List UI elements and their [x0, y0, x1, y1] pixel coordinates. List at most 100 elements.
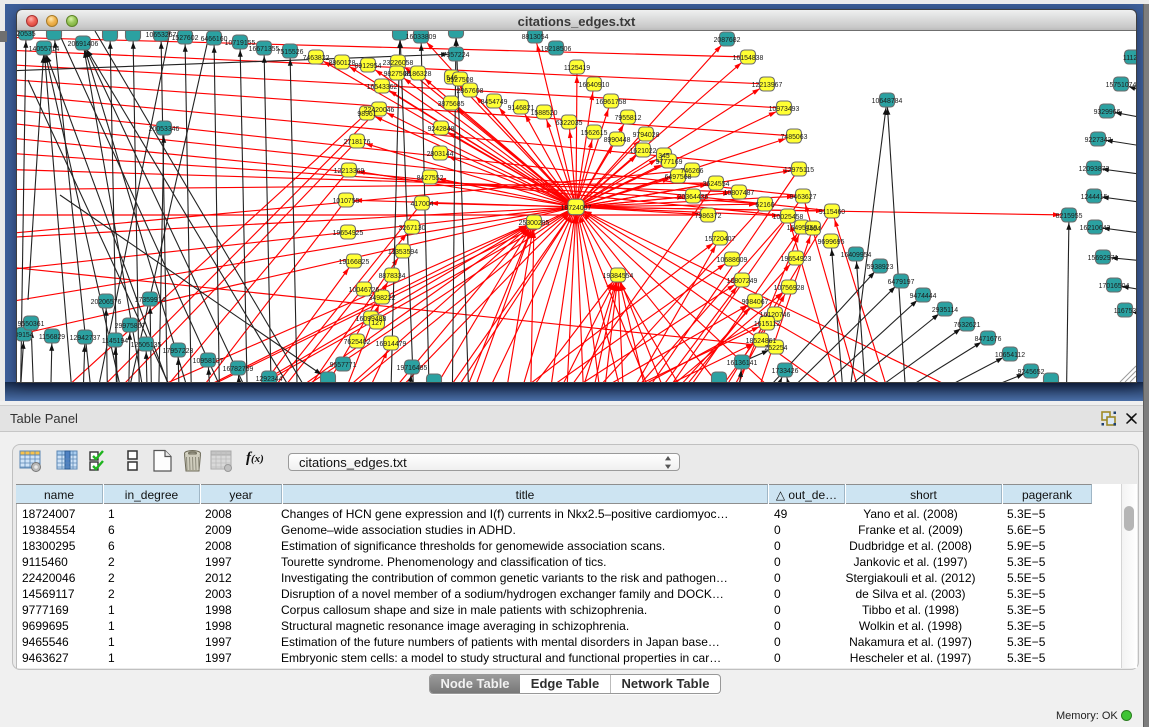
svg-text:98961: 98961 [357, 111, 376, 118]
svg-text:20535: 20535 [17, 31, 36, 38]
svg-text:1615112: 1615112 [754, 321, 780, 328]
svg-text:10756928: 10756928 [774, 285, 805, 292]
svg-text:9777169: 9777169 [656, 159, 683, 166]
svg-text:8471676: 8471676 [975, 336, 1002, 343]
svg-text:7955812: 7955812 [615, 115, 642, 122]
svg-text:1145194: 1145194 [102, 338, 128, 345]
svg-text:3875685: 3875685 [438, 101, 465, 108]
svg-text:9115460: 9115460 [819, 209, 845, 216]
svg-text:2718176: 2718176 [344, 139, 371, 146]
svg-text:2867608: 2867608 [457, 88, 484, 95]
svg-text:15692971: 15692971 [1088, 255, 1119, 262]
svg-text:2935114: 2935114 [932, 307, 958, 314]
svg-text:19384554: 19384554 [603, 273, 634, 280]
svg-text:7515526: 7515526 [277, 49, 304, 56]
svg-text:417004: 417004 [411, 201, 434, 208]
svg-text:11353594: 11353594 [388, 249, 418, 256]
svg-text:9657771: 9657771 [330, 362, 357, 369]
svg-text:16961758: 16961758 [596, 99, 627, 106]
svg-text:12975115: 12975115 [784, 167, 814, 174]
svg-text:1621022: 1621022 [630, 148, 657, 155]
svg-text:16671355: 16671355 [249, 46, 280, 53]
svg-text:12942737: 12942737 [70, 335, 101, 342]
svg-text:7632621: 7632621 [954, 322, 981, 329]
svg-text:7485063: 7485063 [781, 134, 808, 141]
svg-text:1292344: 1292344 [256, 376, 283, 382]
svg-text:9329966: 9329966 [1094, 109, 1121, 116]
svg-text:10807487: 10807487 [724, 190, 755, 197]
svg-text:6497568: 6497568 [665, 174, 692, 181]
svg-text:16033809: 16033809 [406, 34, 437, 41]
svg-text:8215955: 8215955 [1056, 213, 1083, 220]
svg-text:12213369: 12213369 [334, 168, 365, 175]
svg-text:15751074: 15751074 [1106, 82, 1136, 89]
svg-text:1733426: 1733426 [772, 368, 799, 375]
svg-text:6466160: 6466160 [201, 36, 228, 43]
svg-text:6479197: 6479197 [888, 279, 915, 286]
svg-text:1156829: 1156829 [39, 334, 65, 341]
svg-text:10046726: 10046726 [349, 287, 380, 294]
svg-text:8186328: 8186328 [405, 71, 432, 78]
svg-text:9550361: 9550361 [18, 321, 45, 328]
svg-text:9242848: 9242848 [428, 126, 455, 133]
svg-text:10654112: 10654112 [995, 352, 1025, 359]
svg-text:8813054: 8813054 [522, 34, 549, 41]
svg-text:3498222: 3498222 [369, 295, 396, 302]
svg-text:25300295: 25300295 [519, 220, 550, 227]
svg-text:9527508: 9527508 [447, 77, 474, 84]
svg-text:10958107: 10958107 [193, 358, 224, 365]
svg-text:15720407: 15720407 [705, 236, 736, 243]
svg-text:3624554: 3624554 [703, 181, 730, 188]
svg-text:16120746: 16120746 [760, 312, 791, 319]
svg-text:8878334: 8878334 [379, 273, 406, 280]
svg-text:19654925: 19654925 [333, 230, 364, 237]
svg-text:8860128: 8860128 [329, 60, 356, 67]
svg-text:127: 127 [371, 320, 383, 327]
svg-text:12093872: 12093872 [1079, 166, 1110, 173]
svg-text:8454749: 8454749 [481, 99, 508, 106]
svg-text:19218506: 19218506 [541, 46, 572, 53]
svg-text:16640910: 16640910 [579, 82, 610, 89]
svg-text:17359914: 17359914 [135, 297, 166, 304]
svg-text:9699695: 9699695 [818, 239, 845, 246]
svg-text:23226058: 23226058 [383, 60, 414, 67]
svg-text:10688609: 10688609 [717, 257, 748, 264]
svg-text:7986372: 7986372 [695, 213, 722, 220]
svg-text:1244415: 1244415 [1081, 194, 1108, 201]
svg-text:10648784: 10648784 [872, 98, 903, 105]
svg-text:19166825: 19166825 [339, 259, 370, 266]
svg-text:9084067: 9084067 [742, 299, 769, 306]
svg-text:19716485: 19716485 [397, 365, 428, 372]
svg-text:116753: 116753 [1114, 308, 1136, 315]
svg-text:16782759: 16782759 [223, 366, 254, 373]
svg-text:9245652: 9245652 [1018, 369, 1045, 376]
svg-text:20364436: 20364436 [678, 194, 709, 201]
svg-text:1527602: 1527602 [172, 35, 199, 42]
svg-text:8990448: 8990448 [604, 137, 631, 144]
svg-text:2087682: 2087682 [714, 37, 741, 44]
svg-text:9474444: 9474444 [910, 293, 937, 300]
svg-text:10025458: 10025458 [773, 214, 804, 221]
svg-text:1562615: 1562615 [581, 130, 608, 137]
svg-text:2803144: 2803144 [427, 151, 454, 158]
svg-text:9794028: 9794028 [633, 132, 660, 139]
svg-text:8427552: 8427552 [417, 175, 444, 182]
svg-text:17957223: 17957223 [163, 348, 194, 355]
svg-text:252254: 252254 [765, 345, 788, 352]
svg-text:1125419: 1125419 [564, 65, 590, 72]
svg-text:7357224: 7357224 [443, 52, 470, 59]
svg-text:10973493: 10973493 [769, 106, 800, 113]
svg-text:29975867: 29975867 [115, 323, 146, 330]
svg-text:7463822: 7463822 [303, 55, 330, 62]
svg-text:18524861: 18524861 [746, 338, 777, 345]
svg-text:17016504: 17016504 [1099, 283, 1130, 290]
svg-text:18807249: 18807249 [727, 278, 758, 285]
svg-text:9463627: 9463627 [790, 194, 817, 201]
svg-text:16136141: 16136141 [727, 360, 758, 367]
svg-text:6322035: 6322035 [556, 120, 583, 127]
svg-text:1588520: 1588520 [531, 110, 558, 117]
svg-text:11123: 11123 [1123, 55, 1136, 62]
svg-text:19654923: 19654923 [781, 256, 812, 263]
svg-text:20206576: 20206576 [91, 299, 122, 306]
svg-text:12213967: 12213967 [752, 82, 783, 89]
